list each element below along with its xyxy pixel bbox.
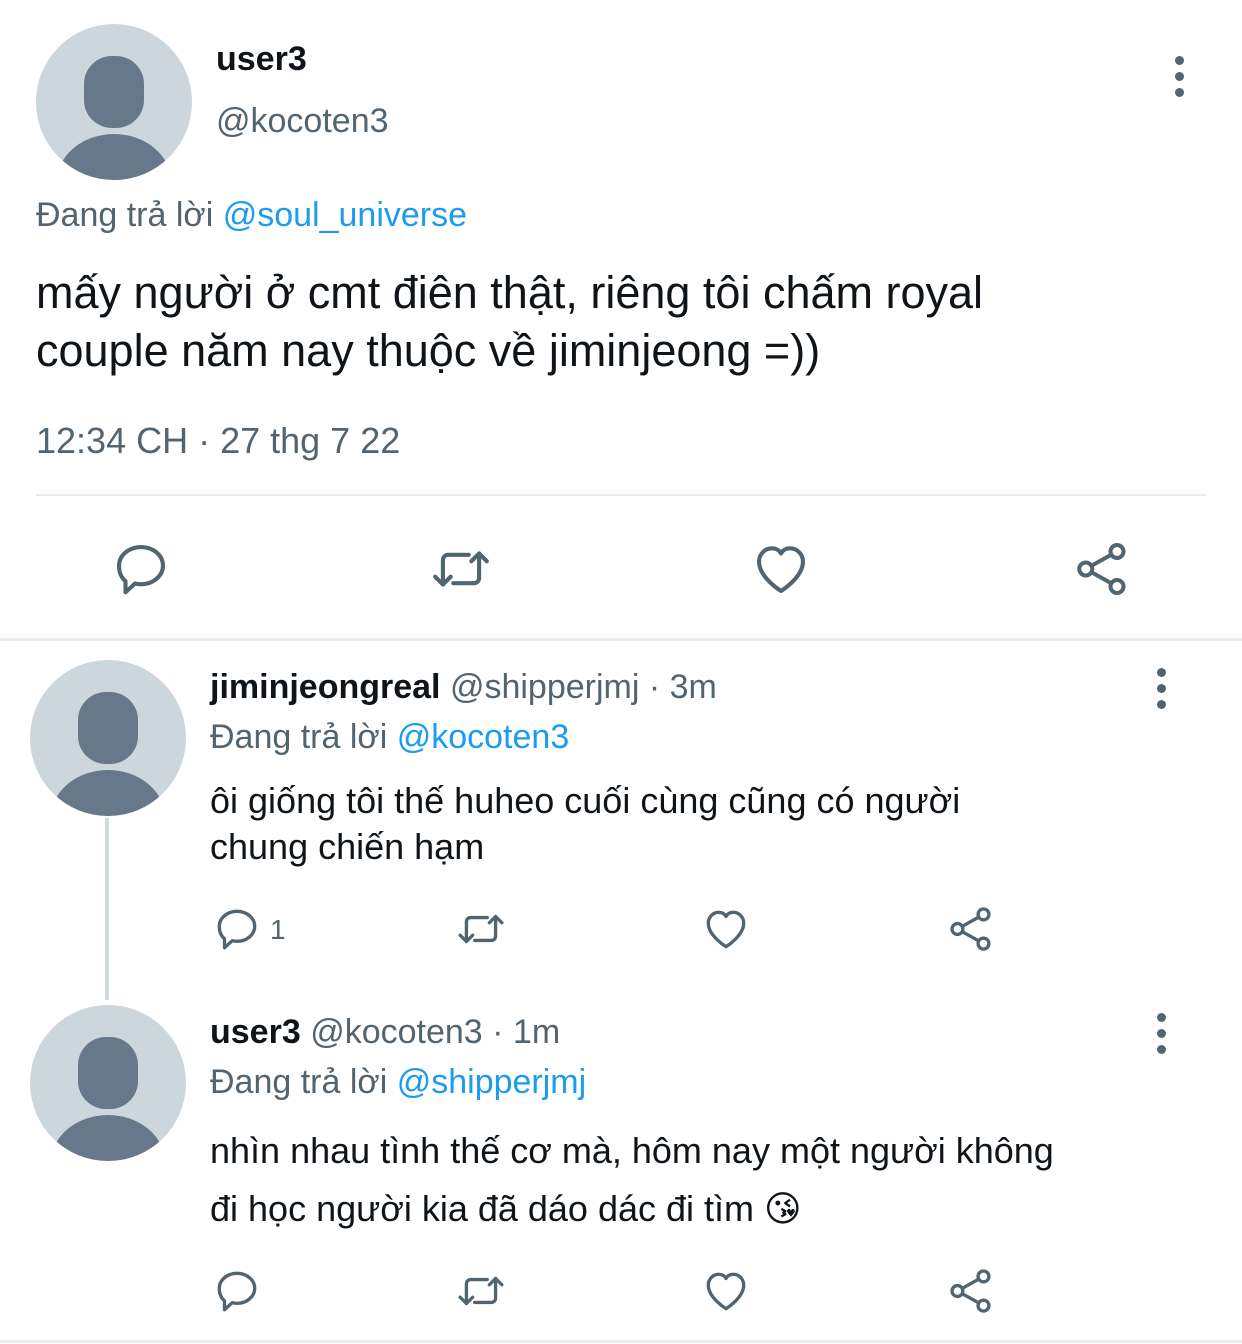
like-icon bbox=[756, 546, 806, 594]
retweet-icon bbox=[458, 914, 504, 944]
tweet-text: mấy người ở cmt điên thật, riêng tôi chấ… bbox=[36, 264, 983, 380]
tweet-text-line: đi học người kia đã dáo dác đi tìm 😘 bbox=[210, 1188, 802, 1229]
reply-icon bbox=[217, 909, 257, 950]
more-icon bbox=[1174, 56, 1184, 65]
replying-to-handle[interactable]: @soul_universe bbox=[223, 196, 467, 234]
thread-line bbox=[105, 818, 109, 1000]
replying-to: Đang trả lời @kocoten3 bbox=[210, 718, 569, 757]
share-button[interactable] bbox=[946, 1266, 996, 1316]
tweet-header: user3 @kocoten3 · 1m bbox=[210, 1013, 560, 1052]
tweet-header: jiminjeongreal @shipperjmj · 3m bbox=[210, 668, 717, 707]
replying-to-handle[interactable]: @kocoten3 bbox=[397, 718, 570, 756]
avatar-placeholder-icon bbox=[50, 1037, 166, 1161]
avatar-placeholder-icon bbox=[50, 692, 166, 816]
reply-button[interactable] bbox=[110, 538, 172, 600]
reply-icon bbox=[217, 1271, 257, 1312]
like-button[interactable] bbox=[700, 1266, 752, 1316]
avatar[interactable] bbox=[30, 1005, 186, 1161]
author-name[interactable]: user3 bbox=[216, 40, 307, 79]
tweet-text-line: chung chiến hạm bbox=[210, 826, 485, 867]
replying-to-handle[interactable]: @shipperjmj bbox=[397, 1063, 586, 1101]
tweet-text: ôi giống tôi thế huheo cuối cùng cũng có… bbox=[210, 778, 960, 870]
tweet-time[interactable]: · 3m bbox=[649, 668, 717, 706]
avatar[interactable] bbox=[30, 660, 186, 816]
tweet-text-line: ôi giống tôi thế huheo cuối cùng cũng có… bbox=[210, 780, 961, 821]
tweet-text: nhìn nhau tình thế cơ mà, hôm nay một ng… bbox=[210, 1122, 1054, 1238]
replying-to: Đang trả lời @shipperjmj bbox=[210, 1063, 586, 1102]
like-button[interactable] bbox=[750, 538, 812, 600]
section-divider bbox=[0, 638, 1242, 641]
replying-prefix: Đang trả lời bbox=[210, 718, 388, 756]
more-icon bbox=[1156, 668, 1166, 677]
retweet-button[interactable] bbox=[454, 904, 508, 954]
like-button[interactable] bbox=[700, 904, 752, 954]
more-options-button[interactable] bbox=[1151, 668, 1171, 709]
author-handle[interactable]: @kocoten3 bbox=[216, 102, 389, 141]
retweet-button[interactable] bbox=[454, 1266, 508, 1316]
retweet-icon bbox=[458, 1276, 504, 1306]
reply-icon bbox=[116, 544, 166, 595]
retweet-icon bbox=[433, 551, 489, 587]
more-icon bbox=[1156, 1013, 1166, 1022]
retweet-button[interactable] bbox=[428, 538, 494, 600]
more-options-button[interactable] bbox=[1151, 1013, 1171, 1054]
tweet-text-line: mấy người ở cmt điên thật, riêng tôi chấ… bbox=[36, 267, 984, 318]
author-handle[interactable]: @shipperjmj bbox=[450, 668, 639, 706]
avatar-placeholder-icon bbox=[56, 56, 172, 180]
replying-prefix: Đang trả lời bbox=[36, 196, 214, 234]
replying-to: Đang trả lời @soul_universe bbox=[36, 196, 467, 235]
more-options-button[interactable] bbox=[1169, 56, 1189, 97]
reply-button[interactable] bbox=[212, 904, 262, 954]
reply-button[interactable] bbox=[212, 1266, 262, 1316]
author-name[interactable]: user3 bbox=[210, 1013, 301, 1051]
avatar[interactable] bbox=[36, 24, 192, 180]
share-icon bbox=[950, 907, 991, 951]
author-name[interactable]: jiminjeongreal bbox=[210, 668, 441, 706]
like-icon bbox=[706, 1272, 746, 1311]
divider bbox=[36, 494, 1206, 496]
share-icon bbox=[950, 1269, 991, 1313]
author-handle[interactable]: @kocoten3 bbox=[310, 1013, 483, 1051]
tweet-text-line: couple năm nay thuộc về jiminjeong =)) bbox=[36, 325, 821, 376]
tweet-time[interactable]: · 1m bbox=[492, 1013, 560, 1051]
like-icon bbox=[706, 910, 746, 949]
replying-prefix: Đang trả lời bbox=[210, 1063, 388, 1101]
share-button[interactable] bbox=[1072, 538, 1132, 600]
bottom-divider bbox=[0, 1340, 1242, 1343]
tweet-timestamp[interactable]: 12:34 CH · 27 thg 7 22 bbox=[36, 420, 400, 462]
share-icon bbox=[1077, 543, 1126, 595]
tweet-text-line: nhìn nhau tình thế cơ mà, hôm nay một ng… bbox=[210, 1130, 1054, 1171]
share-button[interactable] bbox=[946, 904, 996, 954]
reply-count: 1 bbox=[270, 914, 286, 945]
